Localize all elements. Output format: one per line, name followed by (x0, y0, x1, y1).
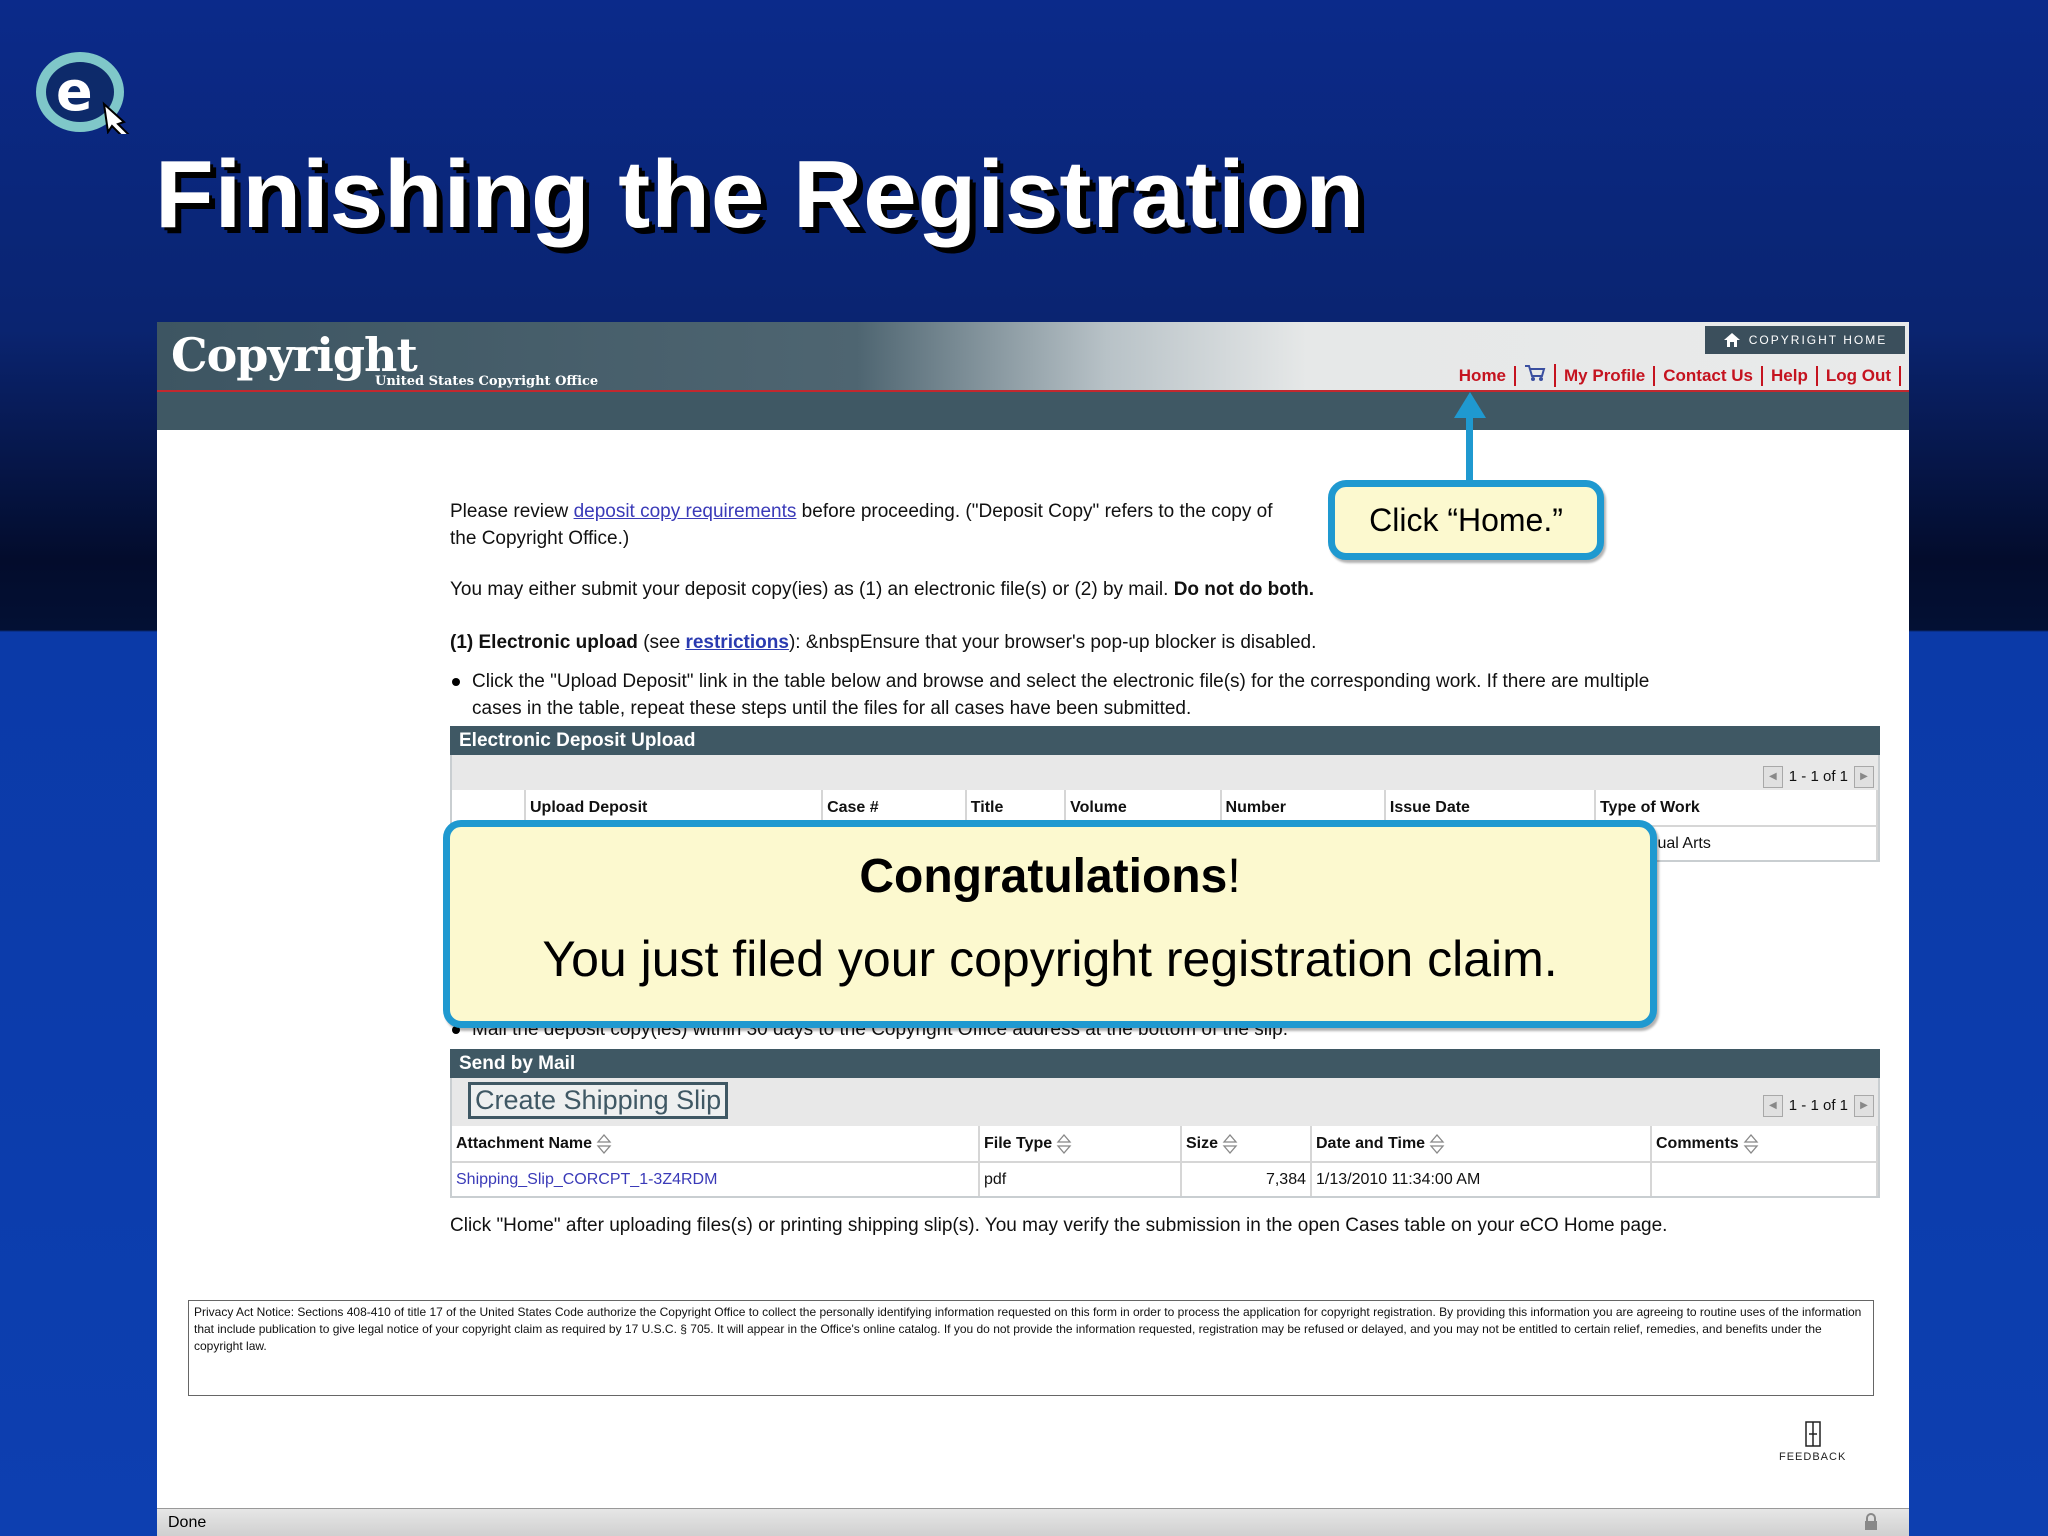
top-nav: Home My Profile Contact Us Help Log Out (1451, 364, 1901, 387)
congrats-heading: Congratulations! (450, 849, 1650, 904)
electronic-deposit-title: Electronic Deposit Upload (450, 726, 1880, 755)
col-label: Date and Time (1316, 1135, 1426, 1152)
congrats-exclamation: ! (1227, 850, 1241, 903)
privacy-notice: Privacy Act Notice: Sections 408-410 of … (188, 1300, 1874, 1396)
next-page-icon[interactable]: ▶ (1854, 765, 1874, 788)
upload-pager-text: 1 - 1 of 1 (1788, 768, 1848, 785)
cart-icon (1525, 365, 1546, 381)
send-by-mail-table: Create Shipping Slip ◀ 1 - 1 of 1 ▶ Atta… (450, 1078, 1880, 1198)
eco-logo-icon: e (36, 52, 130, 134)
sort-icon[interactable] (1743, 1133, 1759, 1155)
comments-cell (1651, 1161, 1878, 1196)
header-subbar (157, 392, 1909, 430)
congratulations-callout: Congratulations! You just filed your cop… (443, 820, 1657, 1028)
congrats-word: Congratulations (859, 850, 1228, 903)
feedback-button[interactable]: FEEDBACK (1779, 1420, 1846, 1463)
nav-contact-us[interactable]: Contact Us (1655, 365, 1763, 386)
svg-text:e: e (56, 60, 93, 123)
deposit-requirements-link[interactable]: deposit copy requirements (574, 501, 797, 522)
send-by-mail-title: Send by Mail (450, 1049, 1880, 1078)
next-page-icon[interactable]: ▶ (1854, 1094, 1874, 1117)
upload-pager-row: ◀ 1 - 1 of 1 ▶ (452, 755, 1878, 790)
submit-options-warning: Do not do both. (1173, 579, 1315, 600)
slide-title: Finishing the Registration (155, 141, 1366, 248)
upload-pager: ◀ 1 - 1 of 1 ▶ (1762, 763, 1874, 790)
home-instruction: Click "Home" after uploading files(s) or… (450, 1215, 1668, 1236)
sort-icon[interactable] (1222, 1133, 1238, 1155)
col-label: Comments (1656, 1135, 1739, 1152)
size-cell: 7,384 (1181, 1161, 1312, 1196)
mail-pager: ◀ 1 - 1 of 1 ▶ (1762, 1092, 1874, 1119)
col-label: File Type (984, 1135, 1053, 1152)
mail-toolbar: Create Shipping Slip ◀ 1 - 1 of 1 ▶ (452, 1078, 1878, 1126)
attachment-col-header[interactable]: Attachment Name (452, 1126, 980, 1162)
restrictions-link[interactable]: restrictions (685, 632, 788, 653)
deposit-intro-line2: the Copyright Office.) (450, 528, 630, 549)
attachment-col-header[interactable]: Comments (1651, 1126, 1878, 1162)
site-header: Copyright United States Copyright Office… (157, 322, 1909, 392)
congrats-message: You just filed your copyright registrati… (542, 931, 1558, 987)
click-home-callout: Click “Home.” (1328, 480, 1604, 560)
nav-home[interactable]: Home (1451, 365, 1517, 386)
attachment-col-header[interactable]: File Type (979, 1126, 1182, 1162)
lock-icon (1865, 1513, 1877, 1530)
shipping-slip-link[interactable]: Shipping_Slip_CORCPT_1-3Z4RDM (456, 1171, 717, 1188)
house-icon (1723, 333, 1740, 347)
col-label: Attachment Name (456, 1135, 593, 1152)
copyright-home-label: COPYRIGHT HOME (1748, 333, 1888, 347)
nav-log-out[interactable]: Log Out (1818, 365, 1901, 386)
nav-my-profile[interactable]: My Profile (1556, 365, 1656, 386)
nav-help[interactable]: Help (1763, 365, 1818, 386)
popup-note: ): &nbspEnsure that your browser's pop-u… (788, 632, 1317, 653)
browser-status-bar: Done (157, 1508, 1909, 1536)
submit-options: You may either submit your deposit copy(… (450, 576, 1880, 603)
copyright-logo-subtitle: United States Copyright Office (375, 374, 599, 389)
attachment-col-header[interactable]: Date and Time (1311, 1126, 1652, 1162)
sort-icon[interactable] (1056, 1133, 1072, 1155)
callout-arrow (1466, 410, 1473, 482)
feedback-icon (1804, 1421, 1821, 1447)
create-shipping-slip-button[interactable]: Create Shipping Slip (468, 1082, 729, 1119)
submit-options-text: You may either submit your deposit copy(… (450, 579, 1174, 600)
send-by-mail-panel: Send by Mail Create Shipping Slip ◀ 1 - … (450, 1049, 1880, 1198)
electronic-upload-heading: (1) Electronic upload (see restrictions)… (450, 629, 1880, 656)
see-text: (see (637, 632, 686, 653)
mail-pager-text: 1 - 1 of 1 (1788, 1097, 1848, 1114)
status-text: Done (168, 1514, 207, 1531)
upload-instruction: Click the "Upload Deposit" link in the t… (450, 668, 1672, 722)
file-type-cell: pdf (979, 1161, 1182, 1196)
feedback-label: FEEDBACK (1779, 1451, 1847, 1463)
col-label: Size (1186, 1135, 1219, 1152)
copyright-home-button[interactable]: COPYRIGHT HOME (1705, 326, 1905, 354)
deposit-intro-text-2: before proceeding. ("Deposit Copy" refer… (796, 501, 1273, 522)
sort-icon[interactable] (1429, 1133, 1445, 1155)
electronic-upload-label: (1) Electronic upload (450, 632, 638, 653)
deposit-intro-text: Please review (450, 501, 574, 522)
attachment-col-header[interactable]: Size (1181, 1126, 1312, 1162)
table-row: Shipping_Slip_CORCPT_1-3Z4RDM pdf 7,384 … (452, 1161, 1878, 1196)
attachment-table: Attachment Name File Type Size Date and … (452, 1126, 1878, 1196)
prev-page-icon[interactable]: ◀ (1762, 1094, 1783, 1117)
sort-icon[interactable] (596, 1133, 612, 1155)
deposit-intro: Please review deposit copy requirements … (450, 498, 1880, 552)
prev-page-icon[interactable]: ◀ (1762, 765, 1783, 788)
nav-cart[interactable] (1516, 364, 1557, 387)
date-cell: 1/13/2010 11:34:00 AM (1311, 1161, 1652, 1196)
arrow-up-icon (1454, 392, 1486, 418)
